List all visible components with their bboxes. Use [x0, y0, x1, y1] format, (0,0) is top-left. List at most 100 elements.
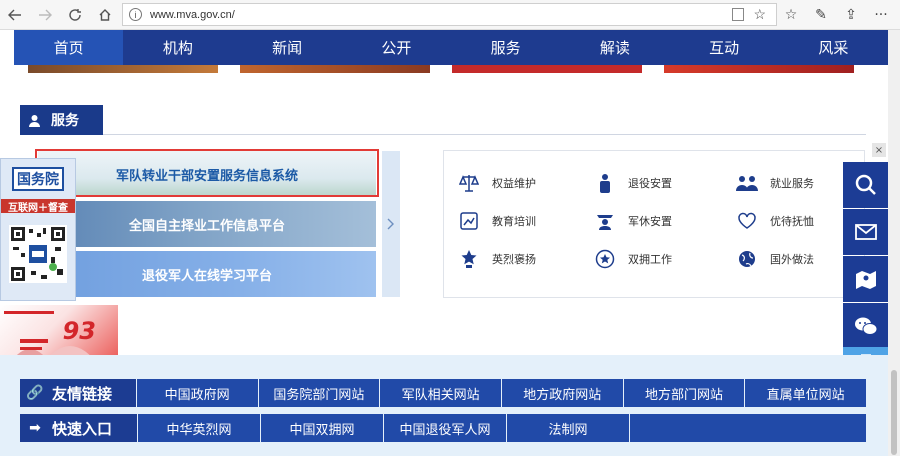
home-button[interactable]	[90, 0, 120, 30]
mail-icon	[854, 224, 877, 240]
service-grid: 权益维护 退役安置 就业服务 教育培训 军休安置 优待抚恤 英烈褒扬 双拥工作 …	[443, 150, 865, 298]
home-icon	[99, 8, 111, 21]
friendly-link[interactable]: 国务院部门网站	[257, 379, 380, 407]
news-image-strip[interactable]	[664, 65, 854, 73]
platform-banner-online-learning[interactable]: 退役军人在线学习平台	[38, 251, 376, 297]
map-button[interactable]	[843, 256, 888, 302]
arrow-right-icon: ➡	[29, 420, 41, 436]
service-item-retired-placement[interactable]: 军休安置	[594, 210, 672, 232]
platform-label: 退役军人在线学习平台	[141, 268, 272, 284]
service-label: 优待抚恤	[770, 215, 814, 228]
friendly-links-label: 🔗 友情链接	[20, 379, 136, 407]
state-council-logo: 国务院	[12, 167, 64, 191]
service-item-foreign-practice[interactable]: 国外做法	[736, 248, 814, 270]
wechat-icon	[854, 317, 877, 335]
service-label: 国外做法	[770, 253, 814, 266]
nav-item-service[interactable]: 服务	[451, 30, 560, 65]
share-icon[interactable]: ⇪	[836, 7, 866, 23]
pen-icon[interactable]: ✎	[806, 7, 836, 23]
service-item-martyrs[interactable]: 英烈褒扬	[458, 248, 536, 270]
service-item-employment[interactable]: 就业服务	[736, 172, 814, 194]
medal-icon	[458, 248, 480, 270]
friendly-link[interactable]: 直属单位网站	[744, 379, 867, 407]
services-tab: 服务	[20, 105, 103, 135]
education-icon	[458, 210, 480, 232]
quick-access-label: ➡ 快速入口	[20, 414, 137, 442]
globe-icon	[736, 248, 758, 270]
friendly-links-row: 🔗 友情链接 中国政府网 国务院部门网站 军队相关网站 地方政府网站 地方部门网…	[20, 379, 867, 407]
nav-item-public[interactable]: 公开	[342, 30, 451, 65]
anniversary-number: 93	[62, 317, 96, 345]
carousel-next-button[interactable]	[382, 151, 400, 297]
arrow-right-icon	[39, 9, 52, 20]
service-label: 权益维护	[492, 177, 536, 190]
right-float-bar	[843, 162, 888, 350]
scrollbar-thumb[interactable]	[891, 370, 897, 455]
service-label: 英烈褒扬	[492, 253, 536, 266]
star-badge-icon	[594, 248, 616, 270]
qr-code	[9, 225, 67, 283]
wechat-button[interactable]	[843, 303, 888, 349]
friendly-link[interactable]: 中国政府网	[135, 379, 258, 407]
map-icon	[855, 271, 876, 289]
arrow-left-icon	[8, 9, 21, 20]
more-icon[interactable]: ···	[866, 7, 896, 23]
service-item-rights[interactable]: 权益维护	[458, 172, 536, 194]
news-image-strip[interactable]	[28, 65, 218, 73]
nav-item-news[interactable]: 新闻	[233, 30, 342, 65]
page-scrollbar[interactable]	[888, 30, 900, 456]
nav-item-home[interactable]: 首页	[14, 30, 124, 65]
quick-link[interactable]: 中国双拥网	[260, 414, 383, 442]
friendly-link[interactable]: 地方部门网站	[622, 379, 745, 407]
favorites-list-icon[interactable]: ☆	[776, 7, 806, 23]
friendly-link[interactable]: 军队相关网站	[379, 379, 501, 407]
mail-button[interactable]	[843, 209, 888, 255]
url-text: www.mva.gov.cn/	[150, 8, 235, 21]
browser-toolbar: i www.mva.gov.cn/ ☆ ☆ ✎ ⇪ ···	[0, 0, 900, 30]
forward-button[interactable]	[30, 0, 60, 30]
quick-access-row: ➡ 快速入口 中华英烈网 中国双拥网 中国退役军人网 法制网	[20, 414, 866, 442]
friendly-links-title: 友情链接	[52, 384, 113, 403]
refresh-button[interactable]	[60, 0, 90, 30]
search-button[interactable]	[843, 162, 888, 208]
platform-label: 全国自主择业工作信息平台	[128, 218, 285, 234]
nav-item-interpretation[interactable]: 解读	[560, 30, 669, 65]
friendly-link[interactable]: 地方政府网站	[500, 379, 623, 407]
close-float-button[interactable]: ×	[872, 143, 886, 157]
quick-link[interactable]: 法制网	[506, 414, 629, 442]
search-icon	[855, 174, 876, 195]
service-item-double-support[interactable]: 双拥工作	[594, 248, 672, 270]
highlight-box	[35, 149, 379, 197]
quick-link[interactable]: 中华英烈网	[137, 414, 260, 442]
service-item-preferential-care[interactable]: 优待抚恤	[736, 210, 814, 232]
services-heading: 服务	[20, 105, 866, 135]
favorite-star-icon[interactable]: ☆	[753, 6, 766, 23]
back-button[interactable]	[0, 0, 30, 30]
reading-view-icon[interactable]	[732, 8, 744, 21]
service-label: 就业服务	[770, 177, 814, 190]
service-item-education[interactable]: 教育培训	[458, 210, 536, 232]
scales-icon	[458, 172, 480, 194]
refresh-icon	[69, 8, 81, 21]
service-label: 军休安置	[628, 215, 672, 228]
news-image-strip[interactable]	[240, 65, 430, 73]
platform-banner-self-employment[interactable]: 全国自主择业工作信息平台	[38, 201, 376, 247]
gov-supervision-panel[interactable]: 国务院 互联网＋督查	[0, 158, 76, 301]
quick-link[interactable]: 中国退役军人网	[383, 414, 506, 442]
service-label: 双拥工作	[628, 253, 672, 266]
nav-item-style[interactable]: 风采	[779, 30, 888, 65]
heart-hand-icon	[736, 210, 758, 232]
address-bar[interactable]: i www.mva.gov.cn/ ☆	[122, 3, 777, 26]
info-icon[interactable]: i	[129, 8, 142, 21]
quick-link-empty	[629, 414, 866, 442]
service-item-retirement-placement[interactable]: 退役安置	[594, 172, 672, 194]
officer-icon	[594, 210, 616, 232]
nav-item-interaction[interactable]: 互动	[670, 30, 779, 65]
soldier-icon	[594, 172, 616, 194]
user-service-icon	[28, 114, 41, 127]
news-image-strip[interactable]	[452, 65, 642, 73]
service-label: 退役安置	[628, 177, 672, 190]
link-chain-icon: 🔗	[26, 385, 44, 401]
nav-item-organization[interactable]: 机构	[123, 30, 232, 65]
main-nav: 首页 机构 新闻 公开 服务 解读 互动 风采	[14, 30, 888, 65]
